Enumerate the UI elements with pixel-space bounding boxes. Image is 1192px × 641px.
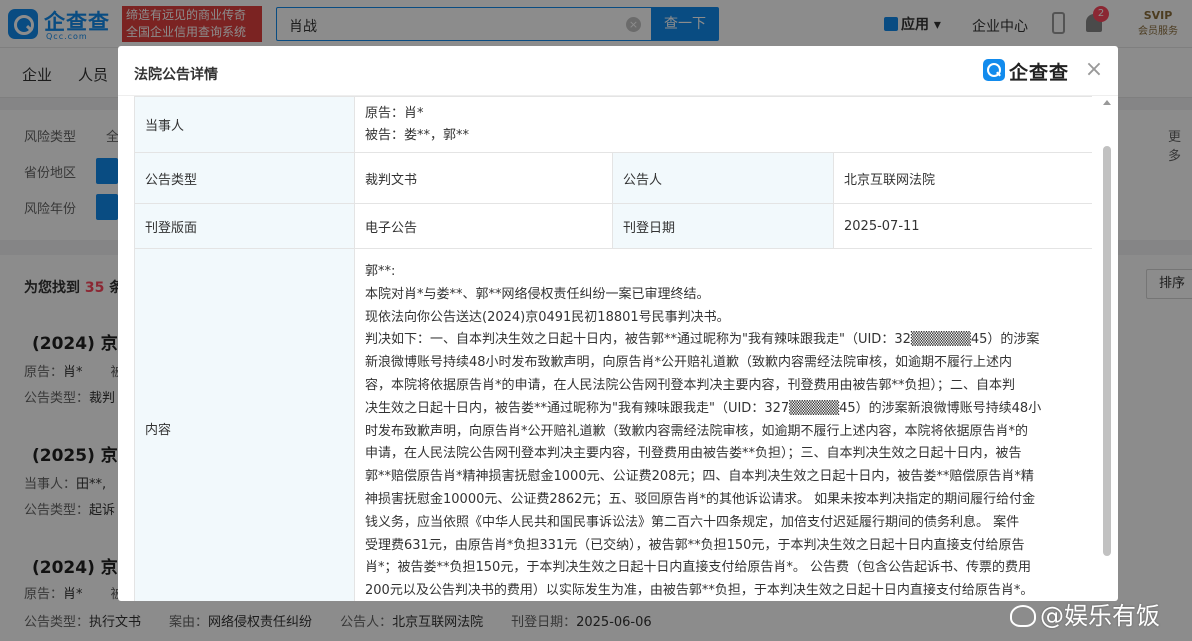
layout-value: 电子公告 bbox=[354, 203, 613, 249]
publish-date-value: 2025-07-11 bbox=[833, 203, 1092, 249]
close-icon[interactable]: × bbox=[1082, 58, 1106, 82]
announcement-detail-table: 当事人 原告：肖* 被告：娄**，郭** 公告类型 裁判文书 公告人 北京互联网… bbox=[134, 96, 1092, 601]
scrollbar-thumb[interactable] bbox=[1103, 146, 1111, 556]
content-line: 新浪微博账号持续48小时发布致歉声明，向原告肖*公开赔礼道歉（致歉内容需经法院审… bbox=[365, 355, 1013, 371]
weibo-watermark: @娱乐有饭 bbox=[1010, 596, 1160, 631]
content-value: 郭**: 本院对肖*与娄**、郭**网络侵权责任纠纷一案已审理终结。现依法向你公告… bbox=[354, 248, 1092, 601]
content-line: 钱义务，应当依照《中华人民共和国民事诉讼法》第二百六十四条规定，加倍支付迟延履行… bbox=[365, 514, 1020, 530]
modal-title: 法院公告详情 bbox=[134, 67, 218, 83]
content-line: 申请，在人民法院公告网刊登本判决主要内容，刊登费用由被告娄**负担）；三、自本判… bbox=[365, 446, 1022, 462]
content-line: 判决如下：一、自本判决生效之日起十日内，被告郭**通过昵称为"我有辣味跟我走"（… bbox=[365, 332, 1040, 348]
content-text: 郭**: 本院对肖*与娄**、郭**网络侵权责任纠纷一案已审理终结。现依法向你公告… bbox=[365, 249, 1082, 601]
parties-row: 当事人 原告：肖* 被告：娄**，郭** bbox=[134, 96, 1092, 153]
watermark-text: @娱乐有饭 bbox=[1040, 602, 1160, 630]
type-row: 公告类型 裁判文书 公告人 北京互联网法院 bbox=[134, 152, 1092, 204]
layout-row: 刊登版面 电子公告 刊登日期 2025-07-11 bbox=[134, 203, 1092, 249]
content-line: 容，本院将依据原告肖*的申请，在人民法院公告网刊登本判决主要内容，刊登费用由被告… bbox=[365, 377, 1016, 393]
parties-label: 当事人 bbox=[134, 96, 355, 153]
content-line: 郭**赔偿原告肖*精神损害抚慰金1000元、公证费208元；四、自本判决生效之日… bbox=[365, 469, 1034, 485]
content-line: 肖*；被告娄**负担150元，于本判决生效之日起十日内直接支付给原告肖*。 公告… bbox=[365, 560, 1031, 576]
court-announcement-modal: 法院公告详情 企查查 × 当事人 原告：肖* 被告：娄**，郭** 公告类型 裁… bbox=[118, 46, 1118, 601]
modal-scrollbar[interactable] bbox=[1101, 96, 1113, 601]
content-label: 内容 bbox=[134, 248, 355, 601]
publish-date-label: 刊登日期 bbox=[612, 203, 834, 249]
announcer-value: 北京互联网法院 bbox=[833, 152, 1092, 204]
qcc-brand-icon bbox=[983, 59, 1005, 81]
content-line: 受理费631元，由原告肖*负担331元（已交纳），被告郭**负担150元，于本判… bbox=[365, 537, 1025, 553]
defendant-text: 被告：娄**，郭** bbox=[365, 127, 470, 143]
content-row: 内容 郭**: 本院对肖*与娄**、郭**网络侵权责任纠纷一案已审理终结。现依法向… bbox=[134, 248, 1092, 601]
content-line: 本院对肖*与娄**、郭**网络侵权责任纠纷一案已审理终结。 bbox=[365, 286, 710, 302]
type-value: 裁判文书 bbox=[354, 152, 613, 204]
scroll-up-arrow-icon[interactable] bbox=[1103, 100, 1111, 105]
content-line: 现依法向你公告送达(2024)京0491民初18801号民事判决书。 bbox=[365, 309, 730, 325]
content-line: 决生效之日起十日内，被告娄**通过昵称为"我有辣味跟我走"（UID：327▒▒▒… bbox=[365, 400, 1042, 416]
modal-brand: 企查查 bbox=[1009, 62, 1070, 84]
content-line: 神损害抚慰金10000元、公证费2862元；五、驳回原告肖*的其他诉讼请求。 如… bbox=[365, 491, 1036, 507]
parties-value: 原告：肖* 被告：娄**，郭** bbox=[354, 96, 1092, 153]
modal-header: 法院公告详情 企查查 × bbox=[118, 46, 1118, 96]
plaintiff-text: 原告：肖* bbox=[365, 105, 424, 121]
announcer-label: 公告人 bbox=[612, 152, 834, 204]
type-label: 公告类型 bbox=[134, 152, 355, 204]
weibo-logo-icon bbox=[1010, 605, 1036, 627]
content-line: 郭**: bbox=[365, 264, 396, 279]
layout-label: 刊登版面 bbox=[134, 203, 355, 249]
content-line: 时发布致歉声明，向原告肖*公开赔礼道歉（致歉内容需经法院审核，如逾期不履行上述内… bbox=[365, 423, 1029, 439]
content-line: 200元以及公告判决书的费用）以实际发生为准，由被告郭**负担，于本判决生效之日… bbox=[365, 583, 1034, 599]
